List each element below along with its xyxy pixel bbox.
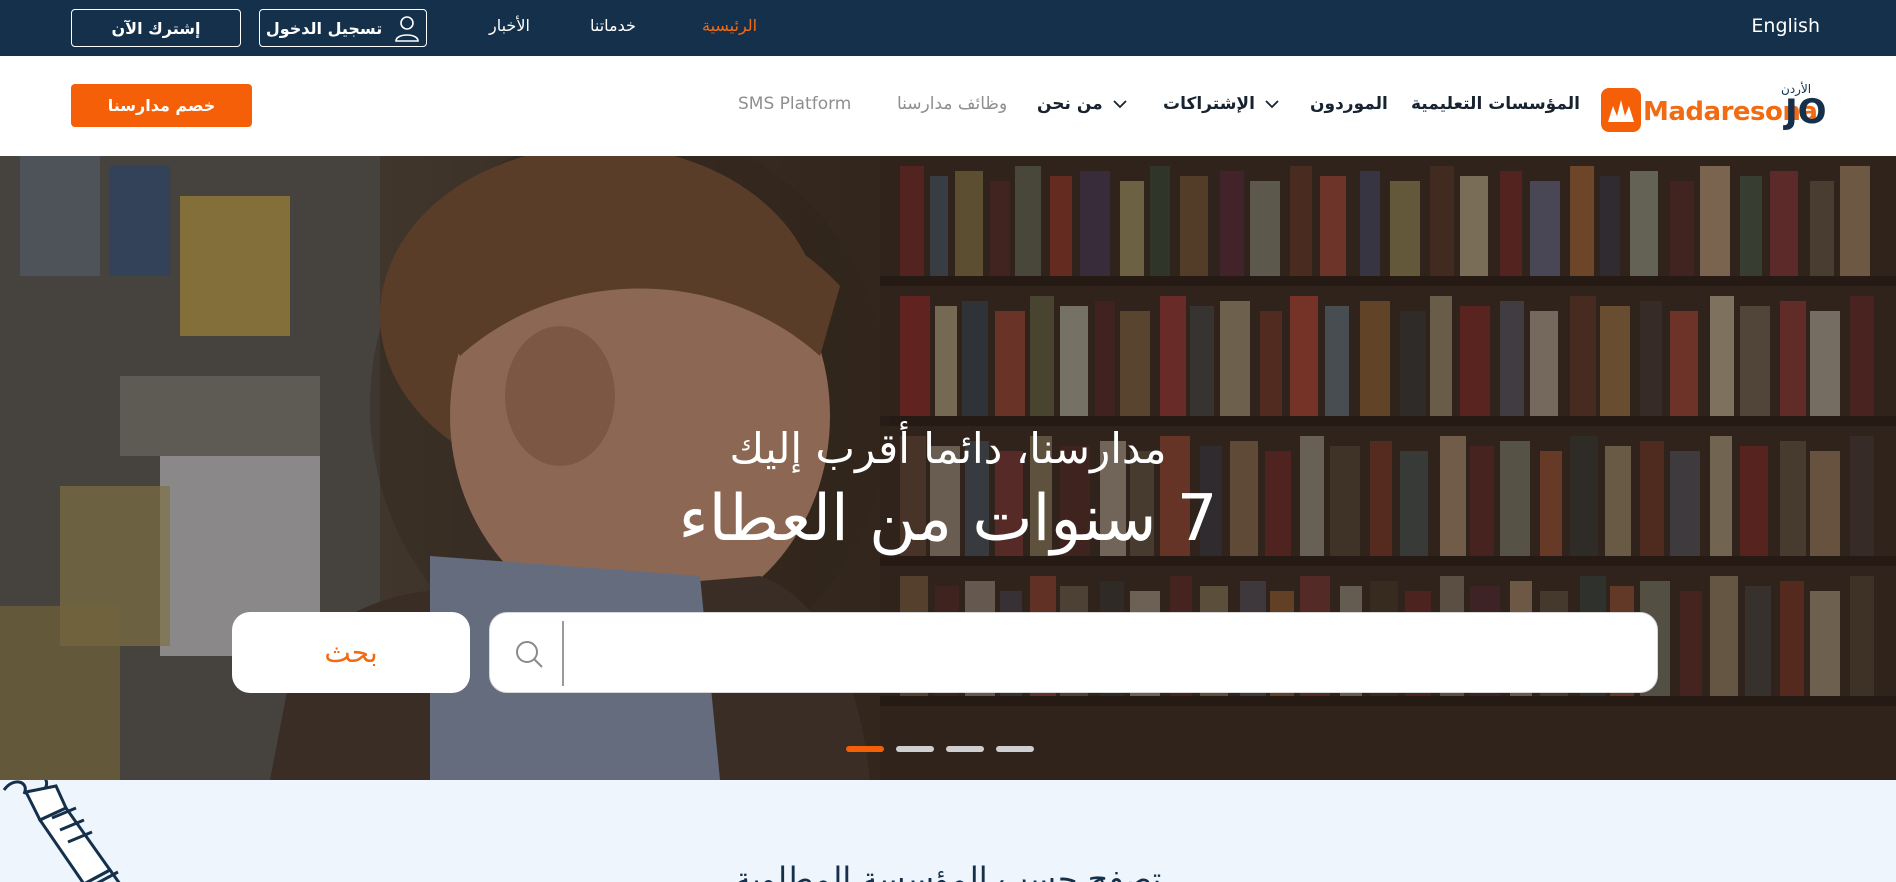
chevron-down-icon bbox=[1265, 100, 1279, 109]
toplink-news[interactable]: الأخبار bbox=[489, 16, 530, 35]
logo-mark-icon bbox=[1601, 88, 1641, 132]
hero-slider: مدارسنا، دائما أقرب إليك 7 سنوات من العط… bbox=[0, 156, 1896, 780]
discount-button[interactable]: خصم مدارسنا bbox=[71, 84, 252, 127]
slider-dot[interactable] bbox=[896, 746, 934, 752]
top-utility-bar: إشترك الآن تسجيل الدخول الأخبار خدماتنا … bbox=[0, 0, 1896, 56]
nav-item-about[interactable]: من نحن bbox=[1037, 94, 1127, 114]
login-button[interactable]: تسجيل الدخول bbox=[259, 9, 427, 47]
slider-dots bbox=[846, 746, 1034, 752]
logo-suffix: JO bbox=[1785, 92, 1827, 132]
slider-dot[interactable] bbox=[846, 746, 884, 752]
slider-dot[interactable] bbox=[946, 746, 984, 752]
main-navbar: خصم مدارسنا SMS Platform وظائف مدارسنا م… bbox=[0, 56, 1896, 156]
nav-item-sms-platform[interactable]: SMS Platform bbox=[738, 94, 851, 114]
nav-item-label: الإشتراكات bbox=[1163, 94, 1255, 114]
logo-country: الأردن bbox=[1781, 82, 1812, 96]
nav-item-suppliers[interactable]: الموردون bbox=[1310, 94, 1388, 114]
browse-section: تصفح حسب المؤسسة المطلوبة bbox=[0, 780, 1896, 882]
search-button-label: بحث bbox=[324, 636, 378, 669]
nav-item-label: المؤسسات التعليمية bbox=[1411, 94, 1580, 114]
search-input[interactable] bbox=[562, 619, 1647, 688]
chevron-down-icon bbox=[1113, 100, 1127, 109]
toplink-home[interactable]: الرئيسية bbox=[702, 16, 757, 35]
nav-item-label: الموردون bbox=[1310, 94, 1388, 114]
subscribe-button-label: إشترك الآن bbox=[111, 18, 201, 38]
language-switch[interactable]: English bbox=[1751, 15, 1820, 37]
login-button-label: تسجيل الدخول bbox=[265, 18, 383, 38]
search-box bbox=[489, 612, 1658, 693]
nav-item-jobs[interactable]: وظائف مدارسنا bbox=[897, 94, 1007, 114]
hero-title: 7 سنوات من العطاء bbox=[678, 482, 1218, 556]
nav-item-label: SMS Platform bbox=[738, 94, 852, 114]
search-button[interactable]: بحث bbox=[232, 612, 470, 693]
nav-item-label: من نحن bbox=[1037, 94, 1103, 114]
site-logo[interactable]: Madaresona JO الأردن bbox=[1601, 80, 1827, 140]
discount-button-label: خصم مدارسنا bbox=[107, 96, 216, 115]
nav-item-subscriptions[interactable]: الإشتراكات bbox=[1163, 94, 1279, 114]
section-title: تصفح حسب المؤسسة المطلوبة bbox=[734, 860, 1162, 882]
subscribe-button[interactable]: إشترك الآن bbox=[71, 9, 241, 47]
toplink-services[interactable]: خدماتنا bbox=[590, 16, 636, 35]
nav-item-institutions[interactable]: المؤسسات التعليمية bbox=[1411, 94, 1580, 114]
nav-item-label: وظائف مدارسنا bbox=[897, 94, 1008, 114]
user-icon bbox=[395, 16, 420, 42]
slider-dot[interactable] bbox=[996, 746, 1034, 752]
search-icon bbox=[516, 641, 543, 668]
hero-subtitle: مدارسنا، دائما أقرب إليك bbox=[729, 424, 1167, 473]
